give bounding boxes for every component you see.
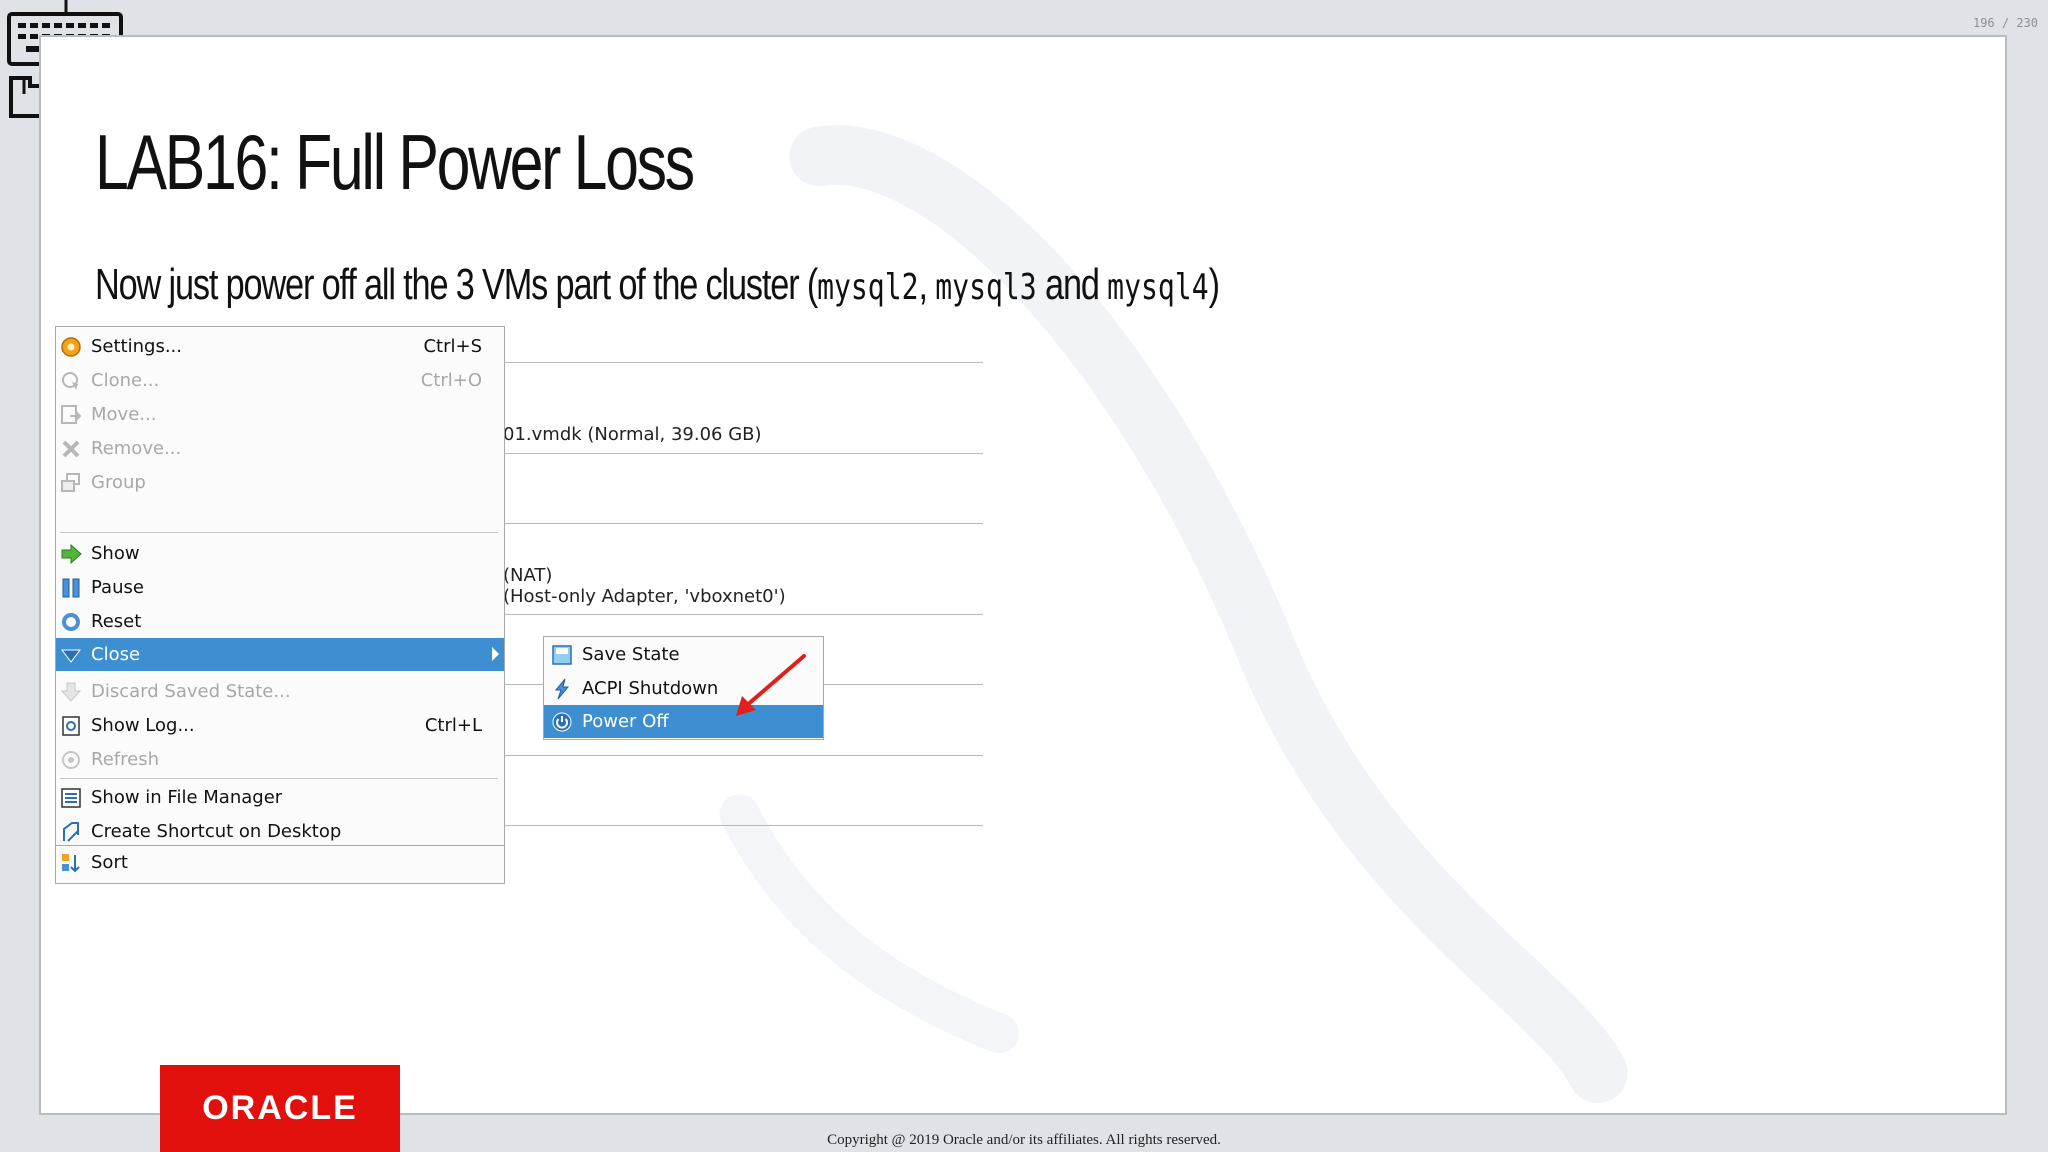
menu-item-reset[interactable]: Reset: [56, 605, 504, 638]
menu-item-move[interactable]: Move...: [56, 398, 504, 431]
menu-item-label: Settings...: [91, 336, 182, 357]
group-icon: [60, 472, 82, 494]
menu-item-label: Show in File Manager: [91, 787, 283, 808]
menu-item-label: Reset: [91, 611, 142, 632]
menu-item-discard-saved-state[interactable]: Discard Saved State...: [56, 675, 504, 708]
vm-name-mysql4: mysql4: [1107, 267, 1209, 308]
annotation-arrow-icon: [736, 654, 806, 716]
details-divider: [503, 453, 983, 454]
slide-title: LAB16: Full Power Loss: [95, 118, 695, 206]
submenu-item-label: Power Off: [582, 711, 669, 732]
menu-item-label: Refresh: [91, 749, 159, 770]
details-divider: [503, 825, 983, 826]
menu-item-show-log[interactable]: Show Log... Ctrl+L: [56, 709, 504, 742]
clone-icon: [60, 370, 82, 392]
menu-item-close[interactable]: Close: [56, 638, 504, 671]
menu-item-label: Sort: [91, 852, 128, 873]
settings-icon: [60, 336, 82, 358]
shortcut-icon: [60, 821, 82, 843]
copyright-notice: Copyright @ 2019 Oracle and/or its affil…: [827, 1132, 1221, 1148]
menu-item-remove[interactable]: Remove...: [56, 432, 504, 465]
details-divider: [503, 523, 983, 524]
menu-item-shortcut: Ctrl+O: [420, 370, 482, 391]
subtitle-sep-1: ,: [918, 260, 936, 309]
vm-context-menu-tail: Sort: [55, 846, 505, 884]
menu-item-create-shortcut[interactable]: Create Shortcut on Desktop: [56, 815, 504, 848]
menu-separator: [60, 532, 498, 533]
menu-separator: [60, 778, 498, 779]
menu-item-group[interactable]: Group: [56, 466, 504, 499]
menu-item-show-in-file-manager[interactable]: Show in File Manager: [56, 781, 504, 814]
subtitle-sep-2: and: [1036, 260, 1108, 309]
menu-item-clone[interactable]: Clone... Ctrl+O: [56, 364, 504, 397]
move-icon: [60, 404, 82, 426]
slide-subtitle: Now just power off all the 3 VMs part of…: [95, 260, 1220, 310]
menu-item-pause[interactable]: Pause: [56, 571, 504, 604]
acpi-shutdown-icon: [551, 678, 573, 700]
menu-item-label: Close: [91, 644, 141, 665]
file-manager-icon: [60, 787, 82, 809]
submenu-item-label: ACPI Shutdown: [582, 678, 719, 699]
remove-icon: [60, 438, 82, 460]
details-divider: [503, 362, 983, 363]
show-arrow-icon: [60, 543, 82, 565]
page-counter: 196 / 230: [1972, 16, 2038, 30]
menu-item-label: Show: [91, 543, 140, 564]
close-down-icon: [60, 644, 82, 666]
details-divider: [503, 755, 983, 756]
subtitle-text-post: ): [1208, 260, 1220, 309]
subtitle-text-pre: Now just power off all the 3 VMs part of…: [95, 260, 818, 309]
storage-disk-text: 01.vmdk (Normal, 39.06 GB): [503, 424, 762, 445]
menu-item-label: Show Log...: [91, 715, 195, 736]
refresh-icon: [60, 749, 82, 771]
menu-item-refresh[interactable]: Refresh: [56, 743, 504, 776]
vm-name-mysql2: mysql2: [817, 267, 919, 308]
network-nat-text: (NAT): [503, 565, 553, 586]
menu-item-shortcut: Ctrl+S: [423, 336, 482, 357]
submenu-arrow-icon: [492, 647, 499, 661]
menu-item-label: Create Shortcut on Desktop: [91, 821, 342, 842]
menu-item-shortcut: Ctrl+L: [424, 715, 482, 736]
menu-item-show[interactable]: Show: [56, 537, 504, 570]
menu-item-sort[interactable]: Sort: [56, 846, 504, 879]
submenu-item-label: Save State: [582, 644, 680, 665]
vm-name-mysql3: mysql3: [935, 267, 1037, 308]
menu-item-label: Pause: [91, 577, 144, 598]
menu-item-label: Group: [91, 472, 146, 493]
save-state-icon: [551, 644, 573, 666]
discard-icon: [60, 681, 82, 703]
vm-context-menu: Settings... Ctrl+S Clone... Ctrl+O Move.…: [55, 326, 505, 850]
menu-item-label: Clone...: [91, 370, 160, 391]
menu-item-settings[interactable]: Settings... Ctrl+S: [56, 330, 504, 363]
power-off-icon: [551, 711, 573, 733]
network-hostonly-text: (Host-only Adapter, 'vboxnet0'): [503, 586, 786, 607]
menu-item-label: Move...: [91, 404, 157, 425]
reset-icon: [60, 611, 82, 633]
details-divider: [503, 614, 983, 615]
log-icon: [60, 715, 82, 737]
menu-item-label: Remove...: [91, 438, 182, 459]
sort-icon: [60, 852, 82, 874]
menu-item-label: Discard Saved State...: [91, 681, 291, 702]
pause-icon: [60, 577, 82, 599]
